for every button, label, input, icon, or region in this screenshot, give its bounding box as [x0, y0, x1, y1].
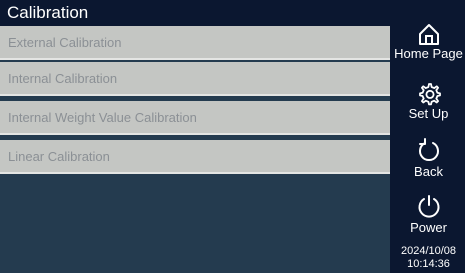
power-icon — [416, 194, 442, 220]
status-time: 10:14:36 — [407, 258, 450, 270]
power-label: Power — [410, 220, 447, 235]
home-page-button[interactable]: Home Page — [392, 22, 465, 61]
menu-item-internal-weight-value-calibration[interactable]: Internal Weight Value Calibration — [0, 101, 390, 135]
menu-item-external-calibration[interactable]: External Calibration — [0, 26, 390, 60]
home-page-label: Home Page — [394, 46, 463, 61]
calibration-menu-panel: External Calibration Internal Calibratio… — [0, 26, 390, 273]
power-button[interactable]: Power — [392, 194, 465, 235]
set-up-button[interactable]: Set Up — [392, 82, 465, 121]
back-label: Back — [414, 164, 443, 179]
page-title: Calibration — [0, 0, 395, 26]
set-up-label: Set Up — [408, 106, 449, 121]
status-date: 2024/10/08 — [400, 245, 457, 257]
home-icon — [417, 22, 441, 46]
back-button[interactable]: Back — [392, 138, 465, 179]
back-arrow-icon — [416, 138, 442, 164]
menu-item-linear-calibration[interactable]: Linear Calibration — [0, 140, 390, 174]
gear-icon — [417, 82, 441, 106]
menu-item-internal-calibration[interactable]: Internal Calibration — [0, 62, 390, 96]
sidebar: Home Page Set Up Back Power — [392, 0, 465, 273]
status-datetime: 2024/10/08 10:14:36 — [392, 245, 465, 271]
